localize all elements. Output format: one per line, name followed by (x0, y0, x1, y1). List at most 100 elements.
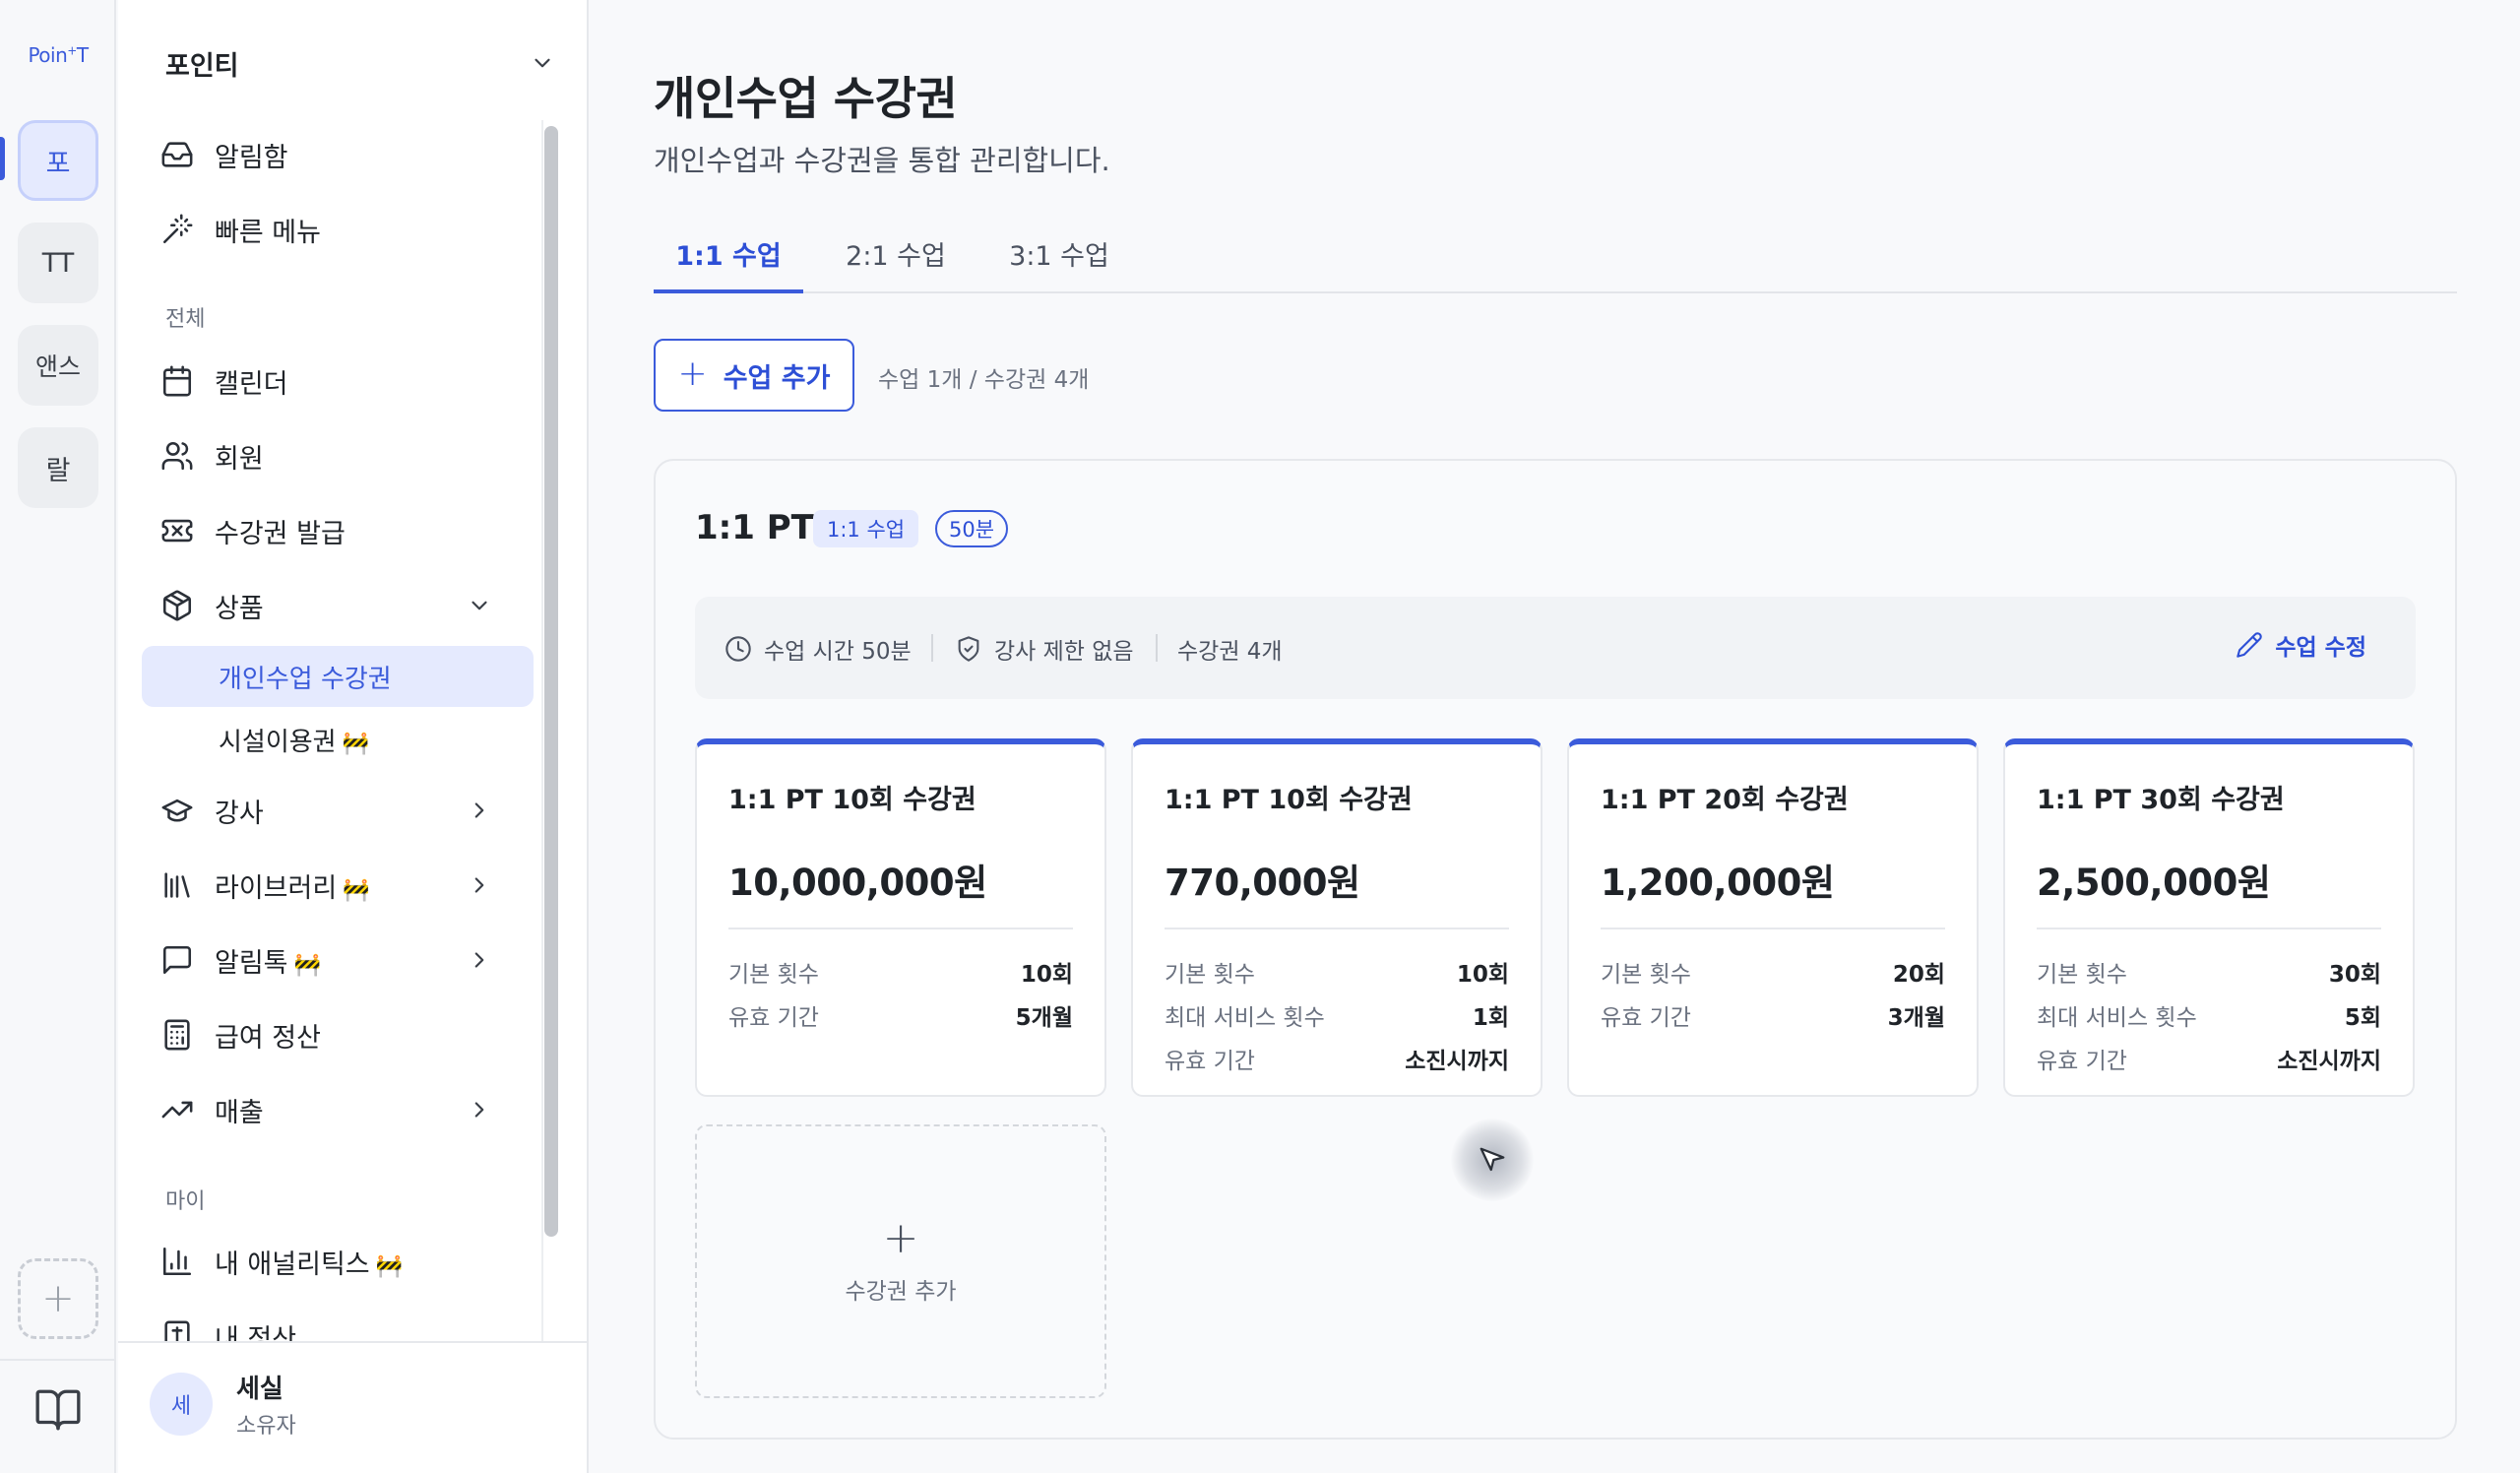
user-role: 소유자 (236, 1414, 296, 1439)
sidebar-item-label: 내 애널리틱스 🚧 (215, 1249, 404, 1280)
page-subtitle: 개인수업과 수강권을 통합 관리합니다. (654, 144, 1110, 177)
sidebar: 포인티 알림함 빠른 메뉴 전체 캘린더 회원 수강권 발급 상품 개인수업 수… (118, 0, 589, 1473)
chevron-right-icon (474, 952, 484, 968)
construction-icon: 🚧 (343, 877, 370, 903)
ticket-icon (159, 513, 195, 548)
sidebar-item-label: 강사 (215, 798, 264, 829)
chevron-right-icon (474, 1102, 484, 1118)
pass-divider (728, 928, 1073, 929)
sidebar-item-label: 알림함 (215, 142, 288, 173)
workspace-button-po[interactable]: 포 (18, 120, 98, 201)
class-card: 1:1 PT 1:1 수업 50분 수업 시간 50분 강사 제한 없음 수강권… (654, 459, 2457, 1440)
page-title: 개인수업 수강권 (654, 72, 958, 125)
sidebar-subitem-personal-pass[interactable]: 개인수업 수강권 (142, 646, 534, 707)
pass-name: 1:1 PT 10회 수강권 (1165, 785, 1413, 815)
sidebar-item-label: 알림톡 🚧 (215, 947, 321, 979)
workspace-switcher[interactable]: 포인티 (165, 43, 555, 83)
pass-price: 10,000,000원 (728, 862, 987, 904)
box-icon (159, 588, 195, 623)
sidebar-item-payroll[interactable]: 급여 정산 (140, 1004, 514, 1065)
sidebar-scrollbar-thumb[interactable] (544, 126, 558, 1237)
class-instructor-info: 강사 제한 없음 (955, 632, 1134, 666)
pass-card[interactable]: 1:1 PT 10회 수강권 10,000,000원 기본 횟수 10회 유효 기… (695, 738, 1106, 1097)
sidebar-item-label: 내 정산 (215, 1323, 297, 1342)
chevron-right-icon (474, 802, 484, 818)
sidebar-item-members[interactable]: 회원 (140, 425, 514, 486)
sidebar-item-label: 상품 (215, 593, 264, 624)
magic-wand-icon (159, 212, 195, 247)
sidebar-item-label: 회원 (215, 443, 264, 475)
pass-divider (1165, 928, 1509, 929)
sidebar-item-label: 급여 정산 (215, 1022, 321, 1054)
graduation-cap-icon (159, 793, 195, 828)
tab-1-1-class[interactable]: 1:1 수업 (654, 224, 803, 293)
add-pass-button[interactable]: + 수강권 추가 (695, 1124, 1106, 1398)
sidebar-item-inbox[interactable]: 알림함 (140, 124, 514, 185)
sidebar-item-my-analytics[interactable]: 내 애널리틱스 🚧 (140, 1231, 514, 1292)
tab-2-1-class[interactable]: 2:1 수업 (815, 224, 976, 293)
chevron-down-icon (472, 601, 487, 610)
pass-card[interactable]: 1:1 PT 20회 수강권 1,200,000원 기본 횟수 20회 유효 기간… (1567, 738, 1979, 1097)
class-pass-count-info: 수강권 4개 (1177, 639, 1283, 665)
shield-icon (958, 636, 979, 662)
library-icon (159, 867, 195, 903)
sidebar-nav: 알림함 빠른 메뉴 전체 캘린더 회원 수강권 발급 상품 개인수업 수강권 시… (118, 120, 587, 1341)
sidebar-item-alimtalk[interactable]: 알림톡 🚧 (140, 929, 514, 991)
sidebar-item-calendar[interactable]: 캘린더 (140, 351, 514, 412)
book-icon[interactable] (33, 1385, 83, 1435)
pass-detail-row: 기본 횟수 10회 (728, 962, 1073, 988)
sidebar-item-label: 빠른 메뉴 (215, 217, 321, 248)
pass-price: 770,000원 (1165, 862, 1360, 904)
pass-detail-row: 유효 기간 소진시까지 (1165, 1049, 1509, 1074)
class-duration-badge: 50분 (935, 510, 1009, 547)
mouse-cursor-icon (1451, 1119, 1534, 1201)
pass-card[interactable]: 1:1 PT 10회 수강권 770,000원 기본 횟수 10회 최대 서비스 … (1131, 738, 1543, 1097)
sidebar-item-pass-issue[interactable]: 수강권 발급 (140, 500, 514, 561)
sidebar-item-products[interactable]: 상품 (140, 575, 514, 636)
inbox-icon (159, 137, 195, 172)
sidebar-subitem-label: 개인수업 수강권 (219, 664, 392, 694)
sidebar-item-sales[interactable]: 매출 (140, 1079, 514, 1140)
pass-card[interactable]: 1:1 PT 30회 수강권 2,500,000원 기본 횟수 30회 최대 서비… (2003, 738, 2415, 1097)
pass-divider (2037, 928, 2381, 929)
workspace-button-aens[interactable]: 앤스 (18, 325, 98, 406)
clock-icon (725, 636, 751, 662)
add-workspace-button[interactable]: + (18, 1258, 98, 1339)
workspace-name: 포인티 (165, 50, 239, 82)
construction-icon: 🚧 (293, 952, 321, 978)
info-divider (931, 634, 933, 662)
bar-chart-icon (159, 1244, 195, 1279)
pass-detail-row: 기본 횟수 30회 (2037, 962, 2381, 988)
pass-detail-row: 기본 횟수 20회 (1601, 962, 1945, 988)
user-name: 세실 (236, 1375, 284, 1404)
calculator-icon (159, 1017, 195, 1053)
pencil-icon (2236, 632, 2263, 658)
sidebar-item-library[interactable]: 라이브러리 🚧 (140, 855, 514, 916)
add-class-button[interactable]: + 수업 추가 (654, 339, 854, 412)
class-pass-count: 수업 1개 / 수강권 4개 (878, 367, 1090, 393)
active-workspace-indicator (0, 137, 5, 180)
workspace-button-tt[interactable]: TT (18, 223, 98, 303)
sidebar-subitem-facility-pass[interactable]: 시설이용권 🚧 (142, 709, 534, 770)
class-info-bar: 수업 시간 50분 강사 제한 없음 수강권 4개 수업 수정 (695, 597, 2416, 699)
trending-up-icon (159, 1092, 195, 1127)
user-profile[interactable]: 세 세실 소유자 (118, 1341, 587, 1473)
sidebar-item-instructors[interactable]: 강사 (140, 780, 514, 841)
sidebar-item-my-settlement[interactable]: 내 정산 (140, 1306, 514, 1341)
calendar-icon (159, 363, 195, 399)
workspace-button-ral[interactable]: 랄 (18, 427, 98, 508)
section-label-my: 마이 (165, 1189, 206, 1214)
tab-3-1-class[interactable]: 3:1 수업 (978, 224, 1140, 293)
pass-detail-row: 유효 기간 3개월 (1601, 1005, 1945, 1031)
sidebar-item-quick-menu[interactable]: 빠른 메뉴 (140, 199, 514, 260)
receipt-icon (159, 1318, 195, 1341)
rail-divider (0, 1359, 116, 1361)
pass-detail-row: 유효 기간 5개월 (728, 1005, 1073, 1031)
class-type-badge: 1:1 수업 (813, 510, 919, 547)
construction-icon: 🚧 (342, 731, 370, 756)
sidebar-item-label: 라이브러리 🚧 (215, 872, 370, 904)
sidebar-item-label: 수강권 발급 (215, 518, 346, 549)
edit-class-button[interactable]: 수업 수정 (2236, 628, 2366, 662)
class-type-tabs: 1:1 수업 2:1 수업 3:1 수업 (654, 224, 2457, 293)
pass-price: 2,500,000원 (2037, 862, 2271, 904)
